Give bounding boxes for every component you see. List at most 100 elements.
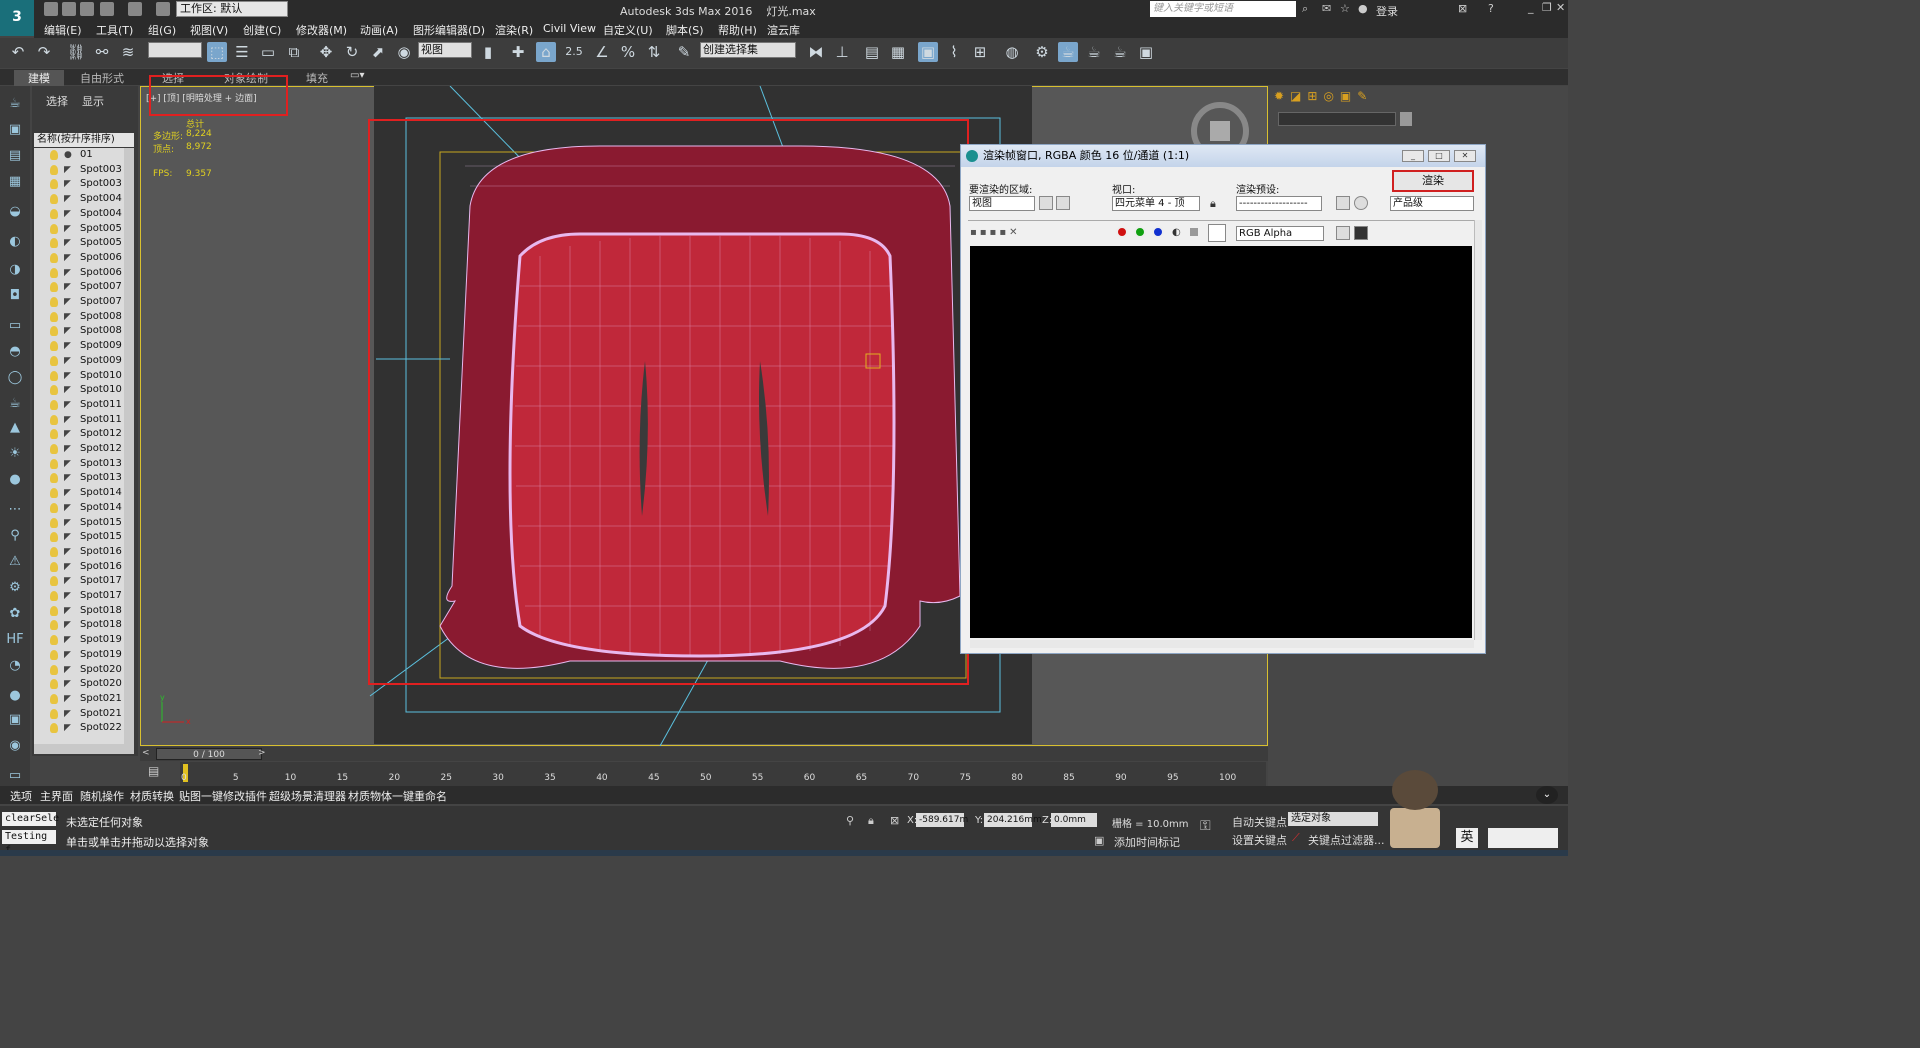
- set-key-button[interactable]: 设置关键点: [1232, 832, 1287, 848]
- particles-filter-icon[interactable]: ●: [6, 472, 24, 488]
- rect-selection-icon[interactable]: ▭: [258, 42, 278, 62]
- isolate-icon[interactable]: ⚲: [846, 814, 854, 827]
- light-bulb-icon[interactable]: [50, 532, 58, 543]
- workspace-select[interactable]: 工作区: 默认: [176, 1, 288, 17]
- hierarchy-icon[interactable]: ⋯: [6, 502, 24, 518]
- toggle-ribbon-icon[interactable]: ▦: [888, 42, 908, 62]
- menu-help[interactable]: 帮助(H): [718, 22, 757, 38]
- xrefs-filter-icon[interactable]: ☕: [6, 396, 24, 412]
- explorer-item[interactable]: ◤ Spot014: [34, 501, 124, 516]
- percent-snap-icon[interactable]: %: [618, 42, 638, 62]
- toggle-ui-icon[interactable]: [1336, 226, 1350, 240]
- helpers-filter-icon[interactable]: ▭: [6, 318, 24, 334]
- star-icon[interactable]: ☆: [1340, 2, 1350, 15]
- close-icon[interactable]: ✕: [1556, 1, 1565, 14]
- mini-curve-editor-icon[interactable]: ▤: [148, 764, 159, 778]
- minimize-icon[interactable]: _: [1528, 1, 1534, 14]
- explorer-item[interactable]: ◤ Spot022: [34, 721, 124, 736]
- explorer-item[interactable]: ◤ Spot016: [34, 545, 124, 560]
- cameras-filter-icon[interactable]: ◘: [6, 288, 24, 304]
- light-bulb-icon[interactable]: [50, 238, 58, 249]
- sphere-icon[interactable]: ●: [6, 688, 24, 704]
- coord-x-field[interactable]: -589.617m: [916, 813, 968, 827]
- explorer-item[interactable]: ◤ Spot006: [34, 251, 124, 266]
- unlink-icon[interactable]: ⚯: [92, 42, 112, 62]
- explorer-item[interactable]: ◤ Spot012: [34, 427, 124, 442]
- render-hscrollbar[interactable]: [970, 640, 1474, 648]
- light-bulb-icon[interactable]: [50, 488, 58, 499]
- coord-y-field[interactable]: 204.216mm: [984, 813, 1042, 827]
- environment-icon[interactable]: [1354, 196, 1368, 210]
- light-bulb-icon[interactable]: [50, 502, 58, 513]
- restore-icon[interactable]: ❐: [1542, 1, 1552, 14]
- menu-graph-editors[interactable]: 图形编辑器(D): [413, 22, 485, 38]
- light-bulb-icon[interactable]: [50, 649, 58, 660]
- object-icon[interactable]: ◔: [6, 658, 24, 674]
- blue-channel-toggle[interactable]: [1152, 226, 1164, 238]
- user-icon[interactable]: ●: [1358, 2, 1368, 15]
- explorer-item[interactable]: ◤ Spot020: [34, 663, 124, 678]
- render-window-close[interactable]: ✕: [1454, 150, 1476, 162]
- render-file-tools[interactable]: ▪▪▪▪✕: [970, 227, 1046, 239]
- render-preset-combo[interactable]: -------------------: [1236, 196, 1322, 211]
- redo-button[interactable]: ↷: [34, 42, 54, 62]
- material-editor-icon[interactable]: ◍: [1002, 42, 1022, 62]
- light-bulb-icon[interactable]: [50, 341, 58, 352]
- menu-tools[interactable]: 工具(T): [96, 22, 133, 38]
- light-bulb-icon[interactable]: [50, 561, 58, 572]
- render-online-icon[interactable]: ▣: [1136, 42, 1156, 62]
- maxscript-output[interactable]: Testing f: [2, 830, 56, 856]
- spinner-snap-icon[interactable]: ⇅: [644, 42, 664, 62]
- explorer-item[interactable]: ◤ Spot021: [34, 707, 124, 722]
- explorer-item[interactable]: ◤ Spot004: [34, 192, 124, 207]
- light-bulb-icon[interactable]: [50, 458, 58, 469]
- explorer-item[interactable]: ◤ Spot016: [34, 560, 124, 575]
- light-bulb-icon[interactable]: [50, 679, 58, 690]
- light-bulb-icon[interactable]: [50, 444, 58, 454]
- explorer-item[interactable]: ◤ Spot018: [34, 618, 124, 633]
- auto-key-button[interactable]: 自动关键点: [1232, 814, 1287, 830]
- plugin-random-button[interactable]: 随机操作: [80, 788, 124, 804]
- move-icon[interactable]: ✥: [316, 42, 336, 62]
- render-button[interactable]: 渲染: [1392, 170, 1474, 192]
- reference-coord-combo[interactable]: 视图: [418, 42, 472, 58]
- light-bulb-icon[interactable]: [50, 723, 58, 734]
- exchange-icon[interactable]: ⊠: [1458, 2, 1467, 15]
- time-tag-icon[interactable]: ▣: [1094, 834, 1104, 847]
- time-prev-icon[interactable]: <: [142, 748, 150, 758]
- search-input[interactable]: 键入关键字或短语: [1150, 1, 1296, 17]
- explorer-menu-icon[interactable]: ▭: [6, 768, 24, 784]
- explorer-item[interactable]: ◤ Spot017: [34, 574, 124, 589]
- menu-modifiers[interactable]: 修改器(M): [296, 22, 347, 38]
- explorer-item[interactable]: ◤ Spot009: [34, 339, 124, 354]
- light-bulb-icon[interactable]: [50, 664, 58, 675]
- light-bulb-icon[interactable]: [50, 576, 58, 587]
- undo-icon[interactable]: [100, 2, 114, 16]
- render-setup-icon[interactable]: ⚙: [1032, 42, 1052, 62]
- link-icon[interactable]: ⛓: [66, 42, 86, 62]
- explorer-item[interactable]: ◤ Spot004: [34, 207, 124, 222]
- explorer-item[interactable]: ◤ Spot011: [34, 398, 124, 413]
- plugin-scene-clean-button[interactable]: 超级场景清理器: [269, 788, 346, 804]
- auto-region-icon[interactable]: [1056, 196, 1070, 210]
- explorer-item[interactable]: ◤ Spot010: [34, 383, 124, 398]
- display-all-icon[interactable]: ▤: [6, 148, 24, 164]
- explorer-item[interactable]: ◤ Spot006: [34, 266, 124, 281]
- menu-customize[interactable]: 自定义(U): [603, 22, 653, 38]
- explorer-item[interactable]: ◤ Spot007: [34, 280, 124, 295]
- explorer-item[interactable]: ◤ Spot010: [34, 369, 124, 384]
- explorer-item[interactable]: ◤ Spot008: [34, 310, 124, 325]
- light-bulb-icon[interactable]: [50, 179, 58, 190]
- light-bulb-icon[interactable]: [50, 208, 58, 219]
- time-slider[interactable]: 0 / 100: [156, 748, 262, 760]
- light-bulb-icon[interactable]: [50, 620, 58, 631]
- keyboard-shortcut-toggle-icon[interactable]: ⌂: [536, 42, 556, 62]
- dependents-icon[interactable]: ⚲: [6, 528, 24, 544]
- shapes-filter-icon[interactable]: ◐: [6, 234, 24, 250]
- menu-group[interactable]: 组(G): [148, 22, 176, 38]
- menu-scripting[interactable]: 脚本(S): [666, 22, 704, 38]
- project-icon[interactable]: [156, 2, 170, 16]
- help-icon[interactable]: ?: [1488, 2, 1494, 15]
- menu-render-library[interactable]: 渲云库: [767, 22, 800, 38]
- monochrome-icon[interactable]: [1190, 228, 1198, 236]
